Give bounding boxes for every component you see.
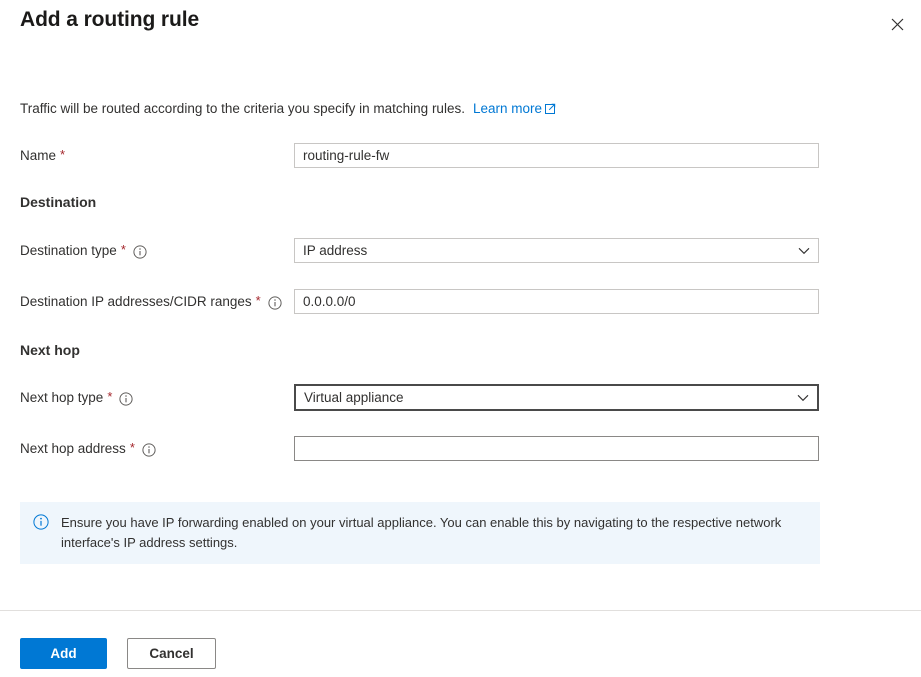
cancel-button[interactable]: Cancel (127, 638, 216, 669)
page-title: Add a routing rule (20, 8, 199, 32)
add-button[interactable]: Add (20, 638, 107, 669)
info-icon[interactable] (142, 443, 156, 457)
panel-body: Traffic will be routed according to the … (0, 62, 921, 610)
field-row-next-hop-type: Next hop type * Virtual appliance (0, 385, 921, 411)
info-circle-icon (33, 514, 49, 535)
next-hop-address-label-text: Next hop address (20, 436, 126, 462)
intro-text: Traffic will be routed according to the … (20, 100, 556, 119)
next-hop-address-label: Next hop address * (20, 436, 156, 462)
chevron-down-icon (798, 239, 810, 262)
destination-type-label-text: Destination type (20, 238, 117, 264)
field-row-destination-ip: Destination IP addresses/CIDR ranges * (0, 289, 921, 315)
destination-section-heading: Destination (20, 194, 96, 210)
required-marker: * (256, 294, 261, 307)
required-marker: * (107, 390, 112, 403)
panel-header: Add a routing rule (0, 0, 921, 62)
info-banner-text: Ensure you have IP forwarding enabled on… (61, 513, 808, 553)
name-label-text: Name (20, 143, 56, 169)
panel-footer: Add Cancel (0, 610, 921, 677)
destination-type-label: Destination type * (20, 238, 147, 264)
field-row-destination-type: Destination type * IP address (0, 238, 921, 264)
next-hop-type-label-text: Next hop type (20, 385, 103, 411)
required-marker: * (60, 148, 65, 161)
next-hop-type-label: Next hop type * (20, 385, 133, 411)
next-hop-address-input[interactable] (294, 436, 819, 461)
info-icon[interactable] (268, 296, 282, 310)
intro-text-label: Traffic will be routed according to the … (20, 101, 465, 116)
name-input[interactable] (294, 143, 819, 168)
next-hop-section-heading: Next hop (20, 342, 80, 358)
learn-more-label: Learn more (473, 101, 542, 116)
destination-type-selected-value: IP address (303, 239, 367, 262)
learn-more-link[interactable]: Learn more (473, 101, 556, 116)
info-icon[interactable] (119, 392, 133, 406)
info-banner: Ensure you have IP forwarding enabled on… (20, 502, 820, 564)
close-icon (891, 18, 904, 31)
destination-ip-label: Destination IP addresses/CIDR ranges * (20, 289, 282, 315)
external-link-icon (545, 101, 556, 119)
add-routing-rule-panel: Add a routing rule Traffic will be route… (0, 0, 921, 676)
destination-ip-input[interactable] (294, 289, 819, 314)
destination-ip-label-text: Destination IP addresses/CIDR ranges (20, 289, 252, 315)
chevron-down-icon (797, 386, 809, 409)
required-marker: * (130, 441, 135, 454)
destination-type-select[interactable]: IP address (294, 238, 819, 263)
field-row-name: Name * (0, 143, 921, 169)
next-hop-type-selected-value: Virtual appliance (304, 386, 404, 409)
field-row-next-hop-address: Next hop address * (0, 436, 921, 462)
close-button[interactable] (882, 9, 912, 39)
next-hop-type-select[interactable]: Virtual appliance (294, 384, 819, 411)
info-icon[interactable] (133, 245, 147, 259)
name-label: Name * (20, 143, 65, 169)
required-marker: * (121, 243, 126, 256)
